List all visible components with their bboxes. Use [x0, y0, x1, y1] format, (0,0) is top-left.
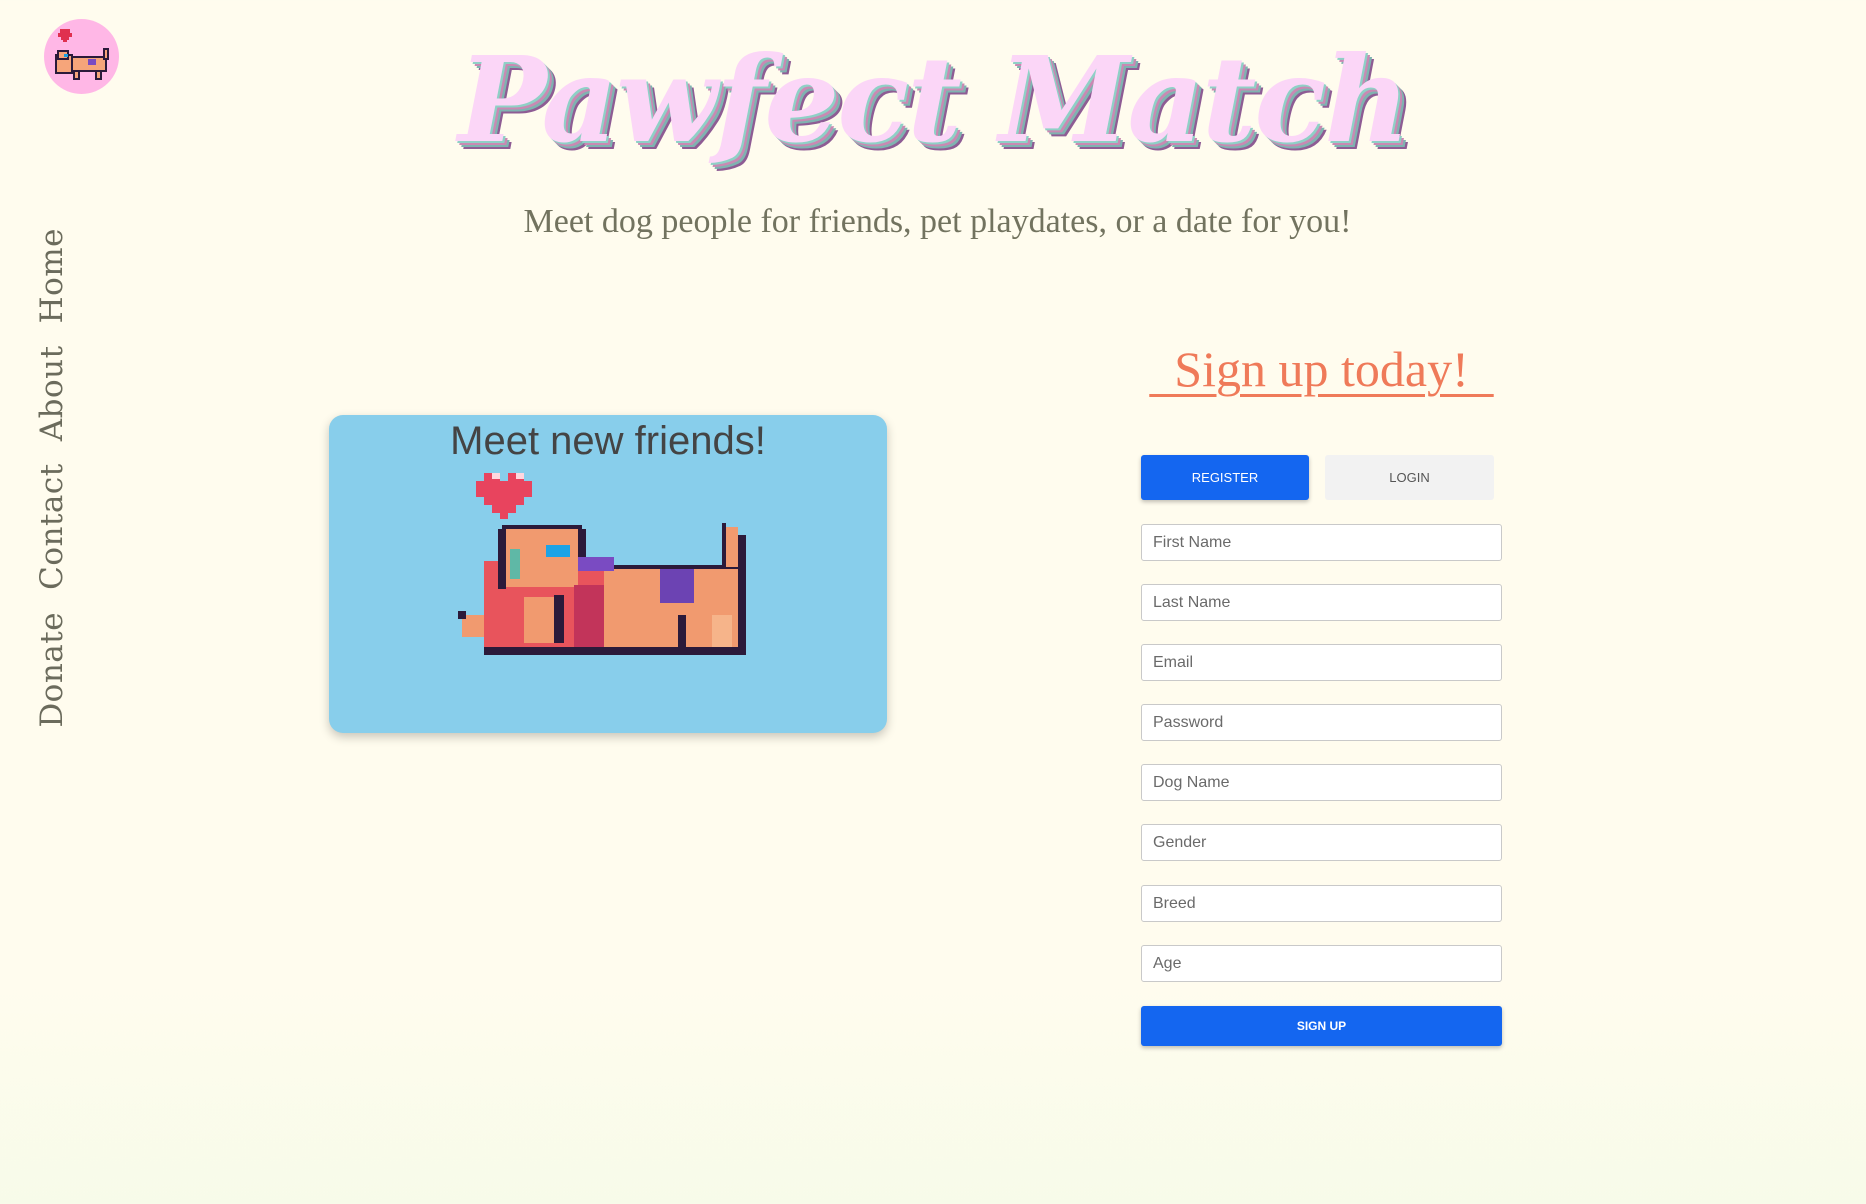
last-name-input[interactable] — [1141, 584, 1502, 621]
login-tab[interactable]: Login — [1325, 455, 1494, 500]
nav-link-donate[interactable]: Donate — [34, 612, 70, 728]
side-nav: Home About Contact Donate — [22, 226, 82, 728]
age-input[interactable] — [1141, 945, 1502, 982]
pixel-dogs-with-heart-icon — [458, 473, 746, 655]
email-input[interactable] — [1141, 644, 1502, 681]
first-name-input[interactable] — [1141, 524, 1502, 561]
site-title: Pawfect Match — [457, 30, 1410, 169]
feature-card: Meet new friends! — [329, 415, 887, 733]
nav-link-home[interactable]: Home — [34, 228, 70, 323]
signup-heading: Sign up today! — [1149, 341, 1494, 397]
nav-link-contact[interactable]: Contact — [34, 463, 70, 590]
breed-input[interactable] — [1141, 885, 1502, 922]
gender-input[interactable] — [1141, 824, 1502, 861]
card-title: Meet new friends! — [450, 419, 766, 463]
sign-up-button[interactable]: Sign Up — [1141, 1006, 1502, 1046]
tagline: Meet dog people for friends, pet playdat… — [523, 203, 1352, 240]
register-tab[interactable]: Register — [1141, 455, 1309, 500]
dog-name-input[interactable] — [1141, 764, 1502, 801]
password-input[interactable] — [1141, 704, 1502, 741]
nav-link-about[interactable]: About — [34, 345, 70, 441]
